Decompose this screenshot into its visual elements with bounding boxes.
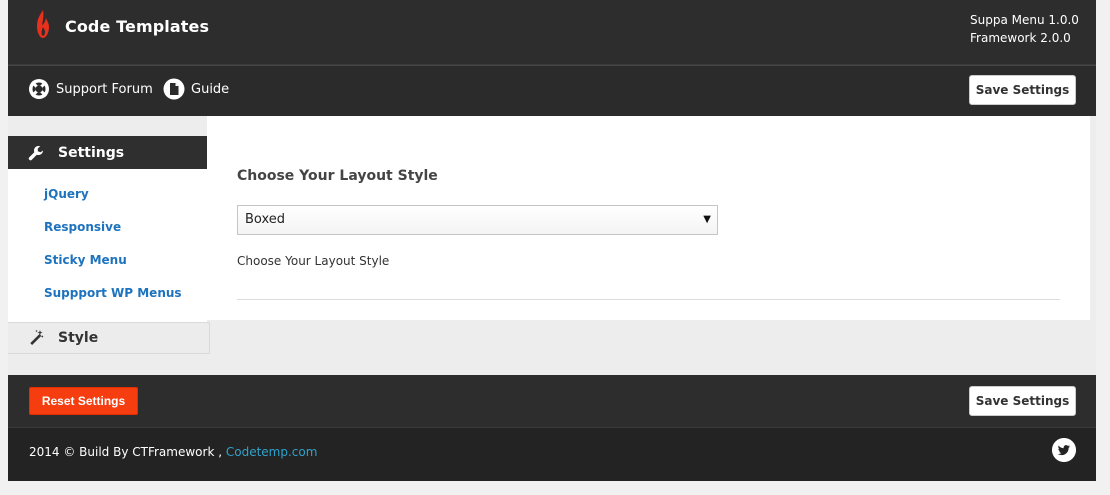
- support-forum-label: Support Forum: [56, 81, 153, 97]
- sidebar-item-support-wp-menus[interactable]: Suppport WP Menus: [44, 286, 182, 300]
- layout-style-description: Choose Your Layout Style: [237, 254, 390, 268]
- support-forum-link[interactable]: Support Forum: [28, 78, 153, 100]
- guide-link[interactable]: Guide: [163, 78, 229, 100]
- sidebar-settings-label: Settings: [58, 144, 125, 161]
- admin-panel: Code Templates Suppa Menu 1.0.0 Framewor…: [8, 0, 1096, 481]
- action-bar: Reset Settings Save Settings: [8, 375, 1096, 427]
- sidebar-item-jquery[interactable]: jQuery: [44, 187, 89, 201]
- dropdown-arrow-icon: ▼: [703, 214, 711, 225]
- app-title: Code Templates: [65, 17, 210, 36]
- document-icon: [163, 78, 185, 100]
- framework-version: Framework 2.0.0: [970, 31, 1071, 45]
- sidebar: Settings jQuery Responsive Sticky Menu S…: [8, 116, 210, 376]
- sidebar-item-style[interactable]: Style: [8, 322, 210, 354]
- wrench-icon: [28, 145, 44, 160]
- twitter-icon[interactable]: [1052, 438, 1076, 462]
- copyright-text: 2014 © Build By CTFramework ,: [29, 445, 223, 459]
- header: Code Templates Suppa Menu 1.0.0 Framewor…: [8, 0, 1096, 65]
- version-info: Suppa Menu 1.0.0 Framework 2.0.0: [970, 11, 1079, 47]
- flame-logo-icon: [37, 10, 49, 38]
- magic-wand-icon: [30, 330, 44, 346]
- lifebuoy-icon: [29, 79, 49, 99]
- guide-label: Guide: [191, 81, 230, 97]
- settings-panel: Choose Your Layout Style Boxed ▼ Choose …: [207, 116, 1090, 320]
- copyright: 2014 © Build By CTFramework , Codetemp.c…: [29, 445, 317, 459]
- toolbar: Support Forum Guide Save Settings: [8, 65, 1096, 116]
- save-settings-button-top[interactable]: Save Settings: [969, 75, 1076, 105]
- sidebar-item-responsive[interactable]: Responsive: [44, 220, 121, 234]
- reset-settings-button[interactable]: Reset Settings: [29, 387, 138, 415]
- sidebar-style-label: Style: [58, 330, 99, 346]
- layout-style-title: Choose Your Layout Style: [237, 168, 438, 184]
- sidebar-item-settings[interactable]: Settings: [8, 136, 207, 169]
- codetemp-link[interactable]: Codetemp.com: [226, 445, 318, 459]
- settings-submenu: jQuery Responsive Sticky Menu Suppport W…: [8, 169, 207, 322]
- save-settings-button-bottom[interactable]: Save Settings: [969, 386, 1076, 416]
- layout-style-value: Boxed: [245, 212, 286, 227]
- sidebar-item-sticky-menu[interactable]: Sticky Menu: [44, 253, 127, 267]
- divider: [237, 299, 1060, 300]
- footer: 2014 © Build By CTFramework , Codetemp.c…: [8, 427, 1096, 481]
- plugin-version: Suppa Menu 1.0.0: [970, 13, 1079, 27]
- layout-style-select[interactable]: Boxed ▼: [237, 205, 718, 235]
